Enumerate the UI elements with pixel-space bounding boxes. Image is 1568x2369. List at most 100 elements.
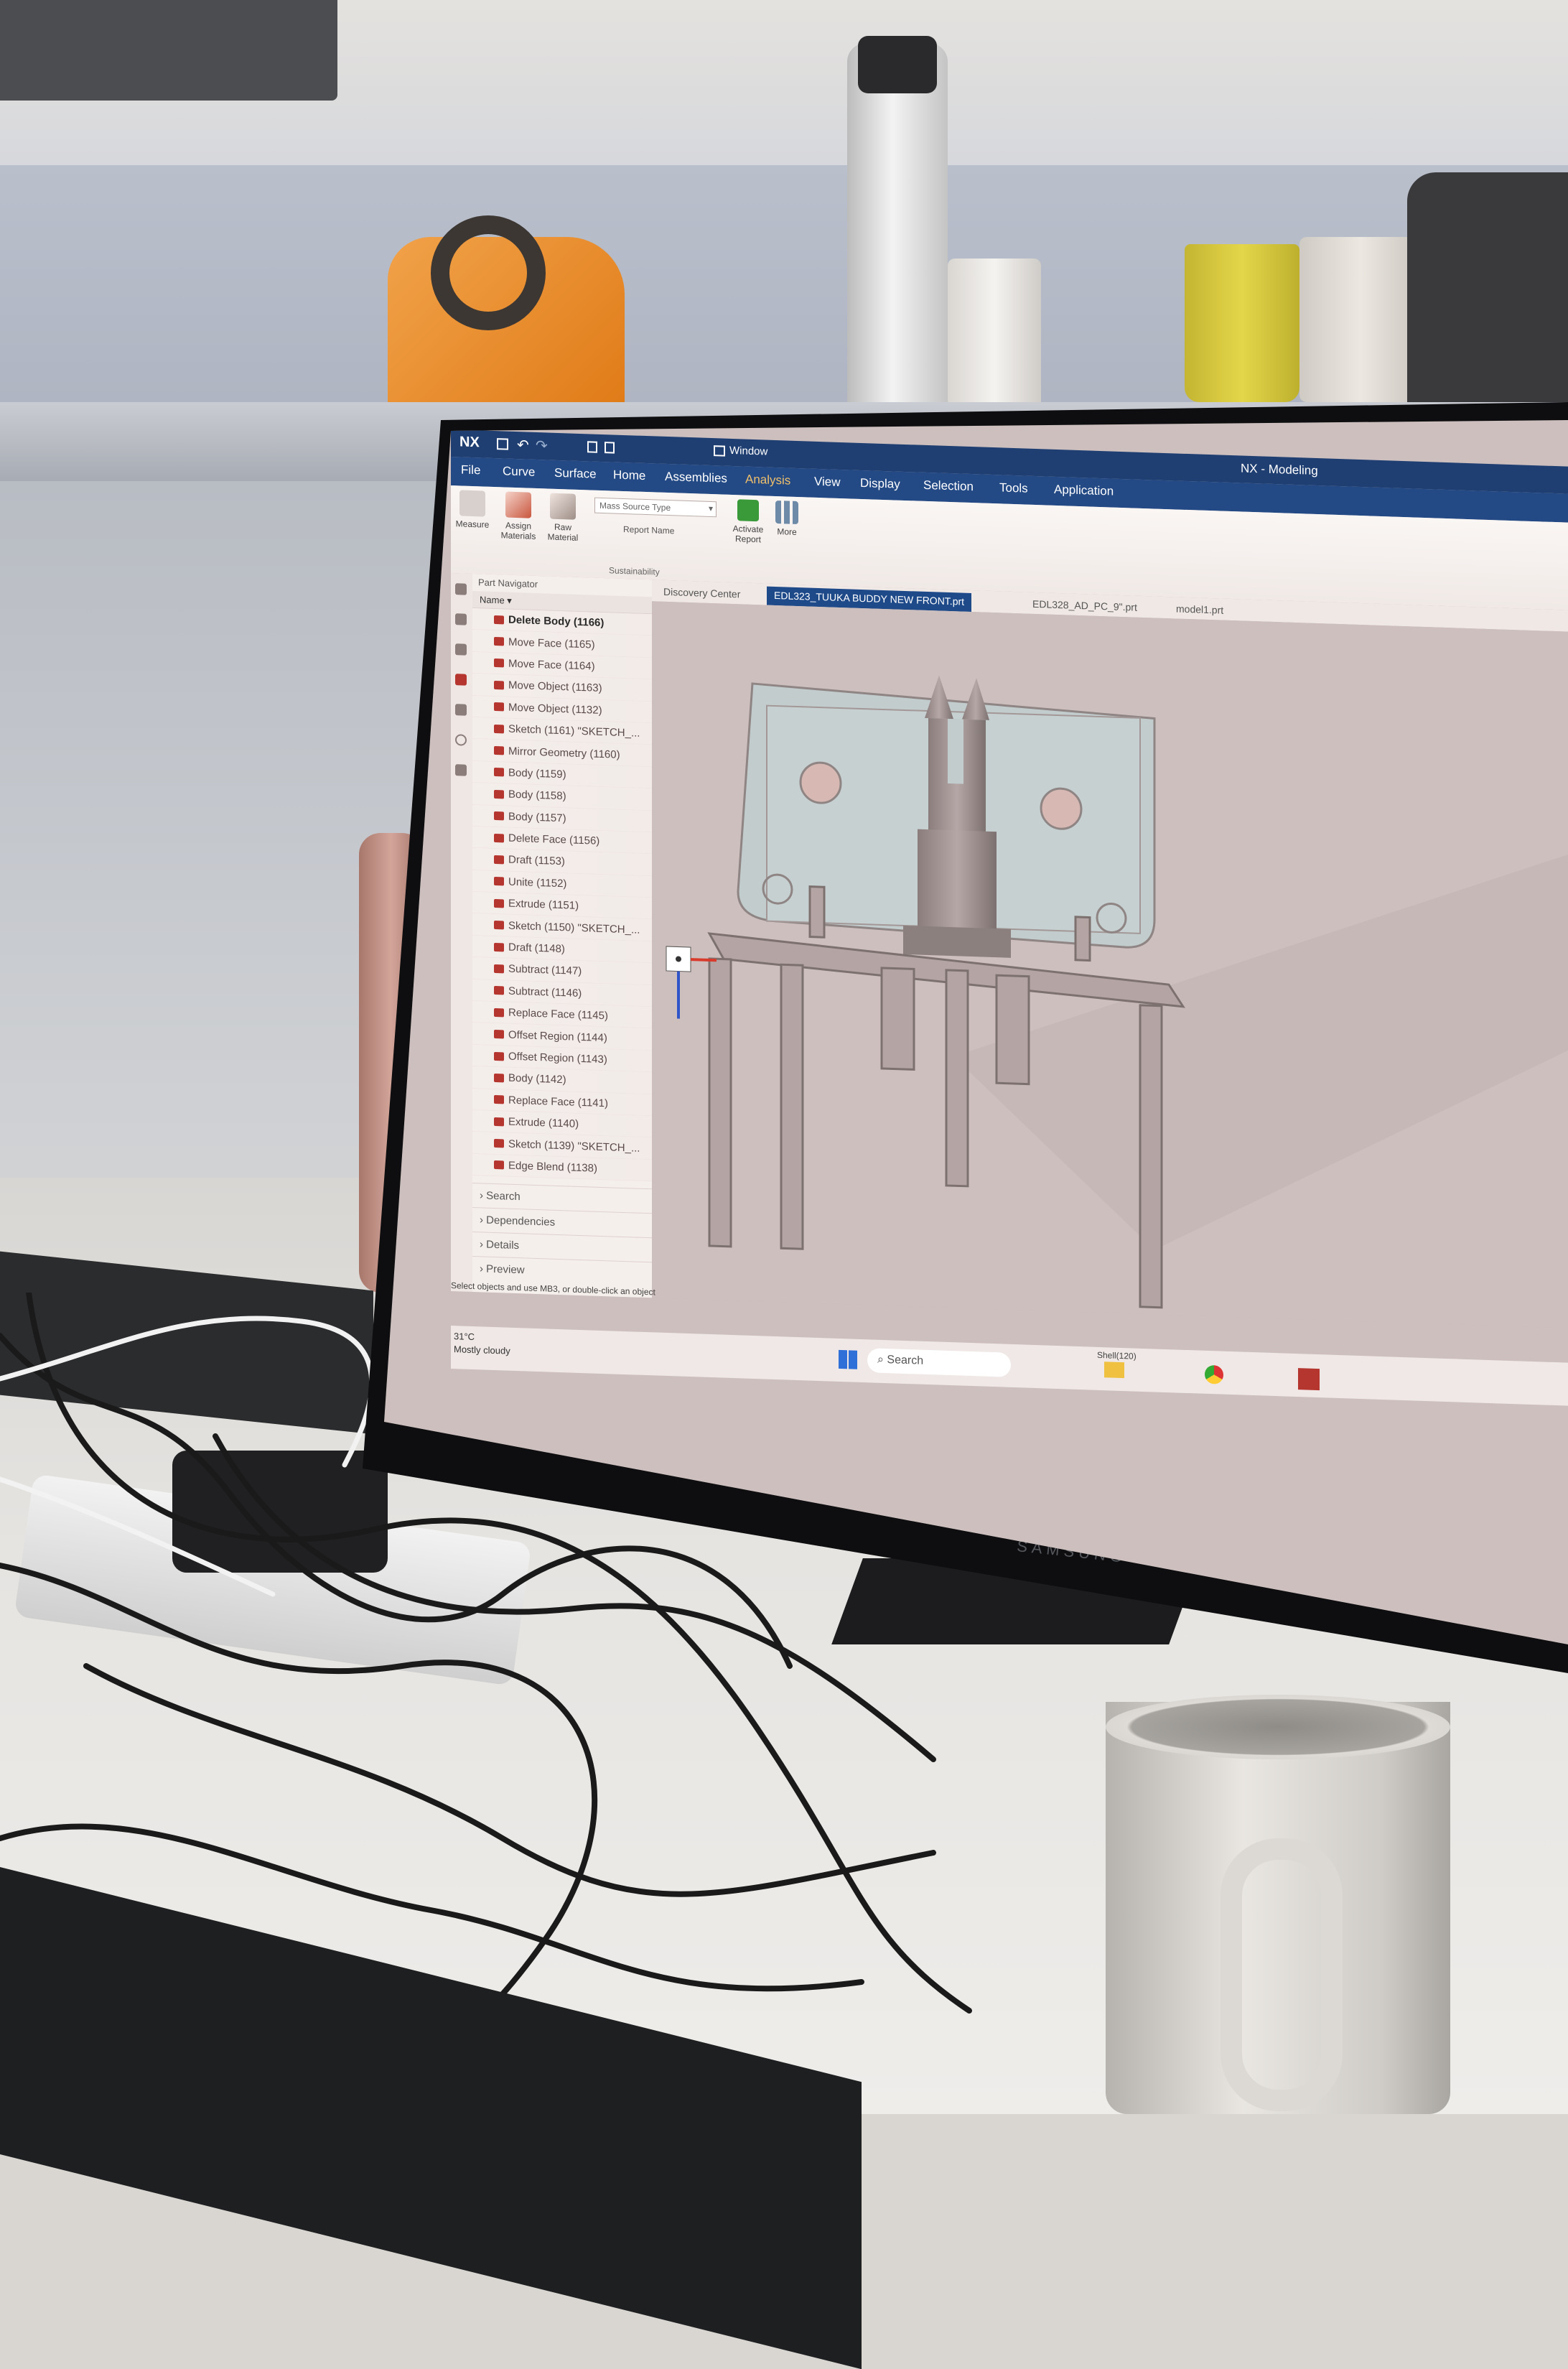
menu-assemblies[interactable]: Assemblies: [665, 470, 727, 486]
wall-lamp: [0, 0, 337, 101]
report-name-label: Report Name: [623, 523, 675, 536]
menu-file[interactable]: File: [461, 462, 480, 478]
assembly-navigator-icon[interactable]: [455, 613, 467, 625]
measure-icon: [459, 490, 485, 517]
part-navigator: Part Navigator Name ▾ Delete Body (1166)…: [472, 573, 652, 1298]
raw-material-icon: [550, 493, 576, 520]
feature-icon: [494, 811, 504, 821]
assign-materials-button[interactable]: Assign Materials: [498, 491, 538, 541]
yellow-cup: [1185, 244, 1299, 402]
menu-analysis[interactable]: Analysis: [745, 473, 790, 488]
menu-curve[interactable]: Curve: [503, 464, 535, 480]
coffee-mug-rim: [1106, 1695, 1450, 1759]
tab-model1[interactable]: model1.prt: [1169, 600, 1231, 620]
history-icon[interactable]: [455, 734, 467, 746]
feature-icon: [494, 789, 504, 799]
feature-tree-label: Body (1142): [508, 1072, 566, 1086]
menu-surface[interactable]: Surface: [554, 466, 597, 482]
menu-display[interactable]: Display: [860, 476, 900, 492]
feature-icon: [494, 1095, 504, 1104]
feature-icon: [494, 855, 504, 865]
roles-icon[interactable]: [455, 764, 467, 776]
feature-icon: [494, 702, 504, 712]
activate-report-icon: [737, 499, 759, 522]
feature-icon: [494, 833, 504, 843]
feature-tree-label: Move Face (1165): [508, 636, 595, 651]
feature-icon: [494, 680, 504, 690]
reuse-library-icon[interactable]: [455, 674, 467, 686]
menu-selection[interactable]: Selection: [923, 478, 974, 494]
feature-icon: [494, 615, 504, 625]
white-cup: [948, 259, 1041, 416]
activate-report-button[interactable]: Activate Report: [728, 499, 768, 545]
folder-taskbar-icon[interactable]: [1104, 1362, 1124, 1379]
redo-icon[interactable]: ↷: [536, 437, 548, 455]
feature-tree-label: Offset Region (1143): [508, 1050, 607, 1066]
undo-icon[interactable]: ↶: [517, 436, 529, 455]
feature-icon: [494, 1139, 504, 1148]
feature-tree-label: Body (1158): [508, 788, 566, 803]
menu-home[interactable]: Home: [613, 467, 645, 483]
window-menu-label[interactable]: Window: [729, 445, 767, 458]
browser-taskbar-icon[interactable]: [1205, 1364, 1223, 1384]
activate-report-label: Activate Report: [732, 523, 764, 545]
feature-tree-label: Unite (1152): [508, 875, 567, 890]
window-icon[interactable]: [714, 445, 725, 457]
water-bottle: [847, 43, 948, 416]
feature-icon: [494, 921, 504, 930]
menu-tools[interactable]: Tools: [999, 480, 1028, 495]
weather-widget[interactable]: 31°C Mostly cloudy: [454, 1330, 510, 1358]
feature-tree-label: Delete Face (1156): [508, 832, 600, 847]
start-icon[interactable]: [839, 1349, 857, 1369]
taskbar-search[interactable]: ⌕ Search: [867, 1348, 1011, 1377]
menu-view[interactable]: View: [814, 475, 841, 490]
mount-hole-left: [799, 761, 842, 804]
ribbon-group-label: Sustainability: [609, 565, 660, 577]
windows-taskbar: 31°C Mostly cloudy ⌕ Search Shell(120): [451, 1326, 1568, 1408]
coffee-mug-handle: [1221, 1838, 1343, 2111]
feature-icon: [494, 658, 504, 668]
feature-icon: [494, 768, 504, 777]
nx-taskbar-icon[interactable]: [1298, 1368, 1320, 1391]
feature-tree-label: Replace Face (1145): [508, 1006, 608, 1023]
part-navigator-title: Part Navigator: [478, 577, 538, 590]
part-navigator-icon[interactable]: [455, 583, 467, 595]
measure-button[interactable]: Measure: [454, 490, 491, 530]
dependencies-pane-label: Dependencies: [486, 1214, 556, 1229]
feature-tree-label: Draft (1153): [508, 854, 565, 868]
feature-tree-label: Draft (1148): [508, 941, 565, 956]
assign-materials-icon: [505, 491, 531, 518]
raw-material-button[interactable]: Raw Material: [543, 493, 583, 543]
feature-icon: [494, 1117, 504, 1127]
constraint-navigator-icon[interactable]: [455, 643, 467, 656]
feature-tree: Delete Body (1166) Move Face (1165) Move F…: [472, 608, 652, 1182]
feature-icon: [494, 637, 504, 646]
more-grid-icon: [775, 500, 798, 525]
assign-materials-label: Assign Materials: [500, 520, 536, 541]
water-bottle-cap: [858, 36, 937, 93]
copy-icon[interactable]: [587, 441, 597, 453]
feature-tree-label: Extrude (1151): [508, 897, 579, 913]
paste-icon[interactable]: [605, 442, 615, 454]
feature-tree-label: Edge Blend (1138): [508, 1159, 597, 1175]
save-icon[interactable]: [497, 438, 508, 450]
mass-source-type-dropdown[interactable]: Mass Source Type ▾: [594, 497, 717, 518]
menu-application[interactable]: Application: [1054, 483, 1114, 499]
mount-hole-right: [1040, 787, 1083, 830]
hd3d-tools-icon[interactable]: [455, 704, 467, 716]
feature-icon: [494, 1051, 504, 1061]
feature-icon: [494, 1007, 504, 1018]
tape-roll: [431, 215, 546, 330]
more-button[interactable]: More: [767, 500, 807, 538]
shelf-dark-items: [1407, 172, 1568, 409]
graphics-viewport[interactable]: [652, 601, 1568, 1331]
shell-label: Shell(120): [1097, 1349, 1137, 1362]
feature-icon: [494, 1073, 504, 1083]
raw-material-label: Raw Material: [547, 521, 579, 543]
feature-icon: [494, 898, 504, 908]
cream-cup: [1299, 237, 1422, 402]
measure-label: Measure: [455, 518, 490, 530]
nx-logo: NX: [459, 434, 480, 451]
name-column-label: Name: [480, 594, 505, 606]
window-title: NX - Modeling: [1241, 461, 1318, 478]
